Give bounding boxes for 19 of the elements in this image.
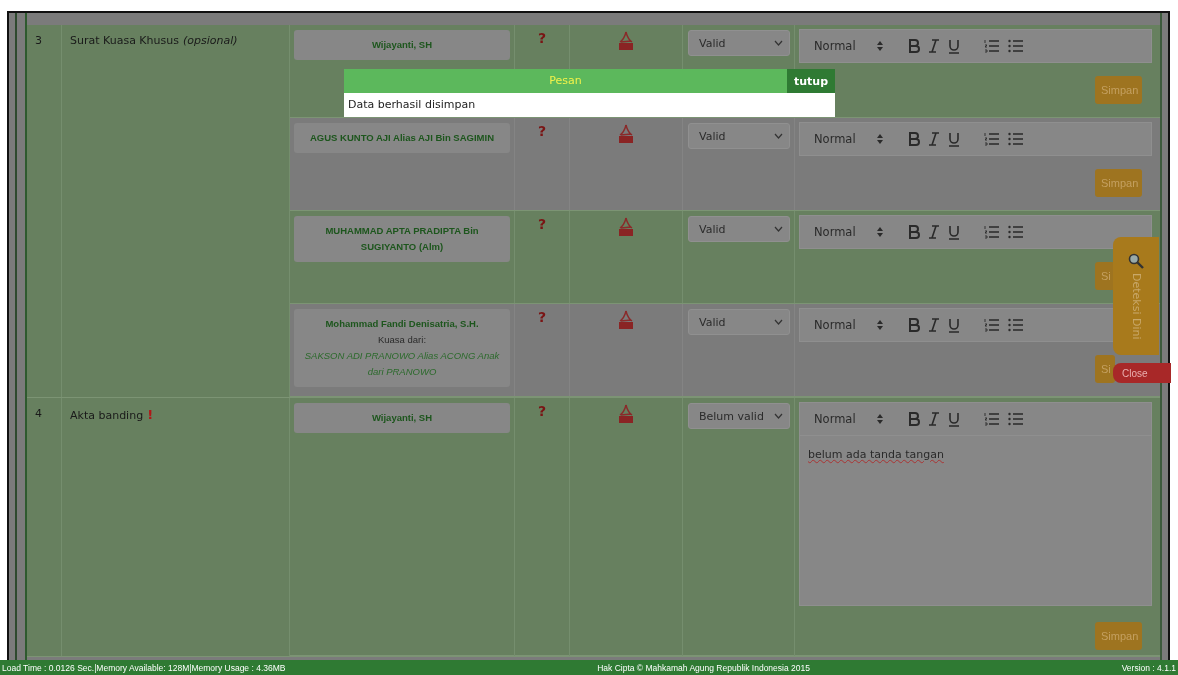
party-name: Wijayanti, SH [370,38,434,52]
version-text: Version : 4.1.1 [1121,662,1176,673]
document-name: Akta banding [70,409,144,422]
party-name: MUHAMMAD APTA PRADIPTA Bin SUGIYANTO (Alm) [324,224,480,254]
row-number: 3 [35,34,42,47]
document-name: Surat Kuasa Khusus [70,34,179,47]
load-stats: Load Time : 0.0126 Sec.|Memory Available: 128M|Memory Usage : 4.36MB [2,662,286,673]
proxy-party-name: SAKSON ADI PRANOWO Alias ACONG Anak dari PRANOWO [303,349,501,379]
party-name: AGUS KUNTO AJI Alias AJI Bin SAGIMIN [308,131,495,145]
party-name: Wijayanti, SH [370,411,434,425]
proxy-label: Kuasa dari: [376,333,428,347]
required-mark: ! [147,407,154,422]
optional-note: (opsional) [182,34,238,47]
dialog-title: Pesan [548,73,583,89]
dialog-message: Data berhasil disimpan [348,98,476,111]
row-number: 4 [35,407,42,420]
copyright-text: Hak Cipta © Mahkamah Agung Republik Indonesia 2015 [597,662,810,673]
comment-text: belum ada tanda tangan [808,448,944,461]
party-name: Mohammad Fandi Denisatria, S.H. [324,317,480,331]
